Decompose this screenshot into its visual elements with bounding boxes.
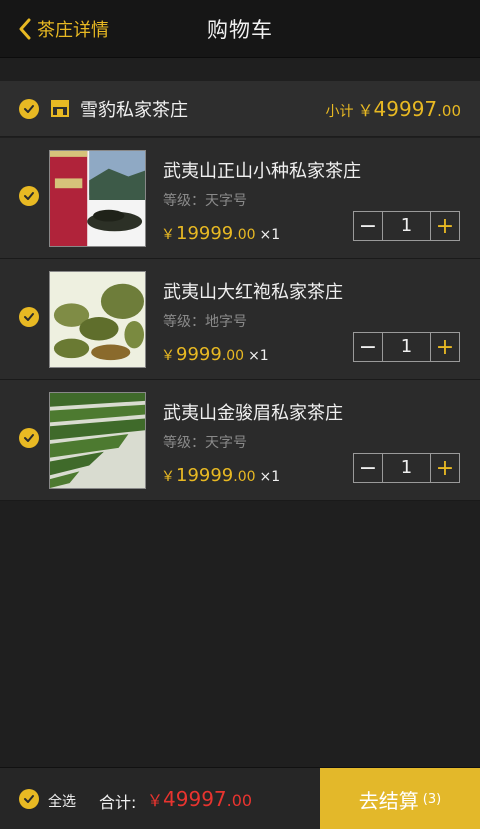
quantity-value[interactable]: 1 — [383, 454, 430, 482]
price-quantity: ×1 — [259, 469, 281, 485]
shop-name[interactable]: 雪豹私家茶庄 — [80, 96, 188, 122]
tea-cups-image[interactable] — [49, 271, 146, 368]
product-name[interactable]: 武夷山金骏眉私家茶庄 — [163, 399, 343, 425]
total-currency: ￥ — [147, 791, 164, 810]
store-icon — [51, 100, 69, 117]
product-grade: 等级：天字号 — [163, 193, 247, 209]
price-currency: ￥ — [161, 469, 175, 485]
product-name[interactable]: 武夷山正山小种私家茶庄 — [163, 157, 361, 183]
price-integer: 9999 — [176, 344, 222, 365]
shop-select-checkbox[interactable] — [19, 99, 39, 119]
subtotal-decimal: .00 — [437, 102, 461, 120]
increase-button[interactable]: + — [430, 454, 459, 482]
price-decimal: .00 — [221, 348, 245, 364]
decrease-button[interactable]: − — [354, 454, 383, 482]
check-icon — [24, 795, 34, 803]
quantity-value[interactable]: 1 — [383, 212, 430, 240]
select-all-checkbox[interactable] — [19, 789, 39, 809]
total-label: 合计: — [99, 793, 137, 812]
quantity-value[interactable]: 1 — [383, 333, 430, 361]
top-bar: 茶庄详情 购物车 — [0, 0, 480, 58]
product-price: ￥ 9999 .00 ×1 — [161, 344, 269, 365]
shop-subtotal: 小计 ￥ 49997 .00 — [326, 97, 462, 121]
price-quantity: ×1 — [259, 227, 281, 243]
checkout-label: 去结算 — [358, 788, 419, 813]
increase-button[interactable]: + — [430, 333, 459, 361]
price-quantity: ×1 — [248, 348, 269, 364]
check-icon — [24, 192, 34, 200]
check-icon — [24, 313, 34, 321]
subtotal-label: 小计 — [325, 104, 354, 120]
total-integer: 49997 — [163, 787, 227, 811]
price-decimal: .00 — [233, 227, 256, 243]
price-currency: ￥ — [161, 227, 175, 243]
cart-item: 武夷山金骏眉私家茶庄 等级：天字号 ￥ 19999 .00 ×1 − 1 + — [0, 380, 480, 501]
cart-item: 武夷山正山小种私家茶庄 等级：天字号 ￥ 19999 .00 ×1 − 1 + — [0, 138, 480, 259]
quantity-stepper: − 1 + — [353, 332, 460, 362]
checkout-bar: 全选 合计: ￥ 49997 .00 去结算 (3) — [0, 767, 480, 829]
spacer — [0, 59, 480, 81]
product-price: ￥ 19999 .00 ×1 — [161, 465, 280, 486]
select-all-label[interactable]: 全选 — [48, 791, 76, 811]
quantity-stepper: − 1 + — [353, 211, 460, 241]
price-integer: 19999 — [176, 465, 234, 486]
item-select-checkbox[interactable] — [19, 186, 39, 206]
tea-field-image[interactable] — [49, 392, 146, 489]
cart-item: 武夷山大红袍私家茶庄 等级：地字号 ￥ 9999 .00 ×1 − 1 + — [0, 259, 480, 380]
red-tea-can-image[interactable] — [49, 150, 146, 247]
price-currency: ￥ — [161, 348, 175, 364]
check-icon — [24, 105, 34, 113]
quantity-stepper: − 1 + — [353, 453, 460, 483]
total-amount: ￥ 49997 .00 — [147, 787, 252, 811]
item-select-checkbox[interactable] — [19, 307, 39, 327]
subtotal-currency: ￥ — [357, 101, 374, 120]
product-name[interactable]: 武夷山大红袍私家茶庄 — [163, 278, 343, 304]
subtotal-integer: 49997 — [373, 97, 438, 121]
total-decimal: .00 — [226, 791, 253, 810]
check-icon — [24, 434, 34, 442]
price-integer: 19999 — [176, 223, 234, 244]
checkout-button[interactable]: 去结算 (3) — [320, 768, 480, 829]
page-title: 购物车 — [207, 18, 273, 42]
product-grade: 等级：天字号 — [163, 435, 247, 451]
shop-header: 雪豹私家茶庄 小计 ￥ 49997 .00 — [0, 81, 480, 137]
product-grade: 等级：地字号 — [163, 314, 247, 330]
decrease-button[interactable]: − — [354, 333, 383, 361]
price-decimal: .00 — [233, 469, 256, 485]
product-price: ￥ 19999 .00 ×1 — [161, 223, 280, 244]
increase-button[interactable]: + — [430, 212, 459, 240]
decrease-button[interactable]: − — [354, 212, 383, 240]
item-select-checkbox[interactable] — [19, 428, 39, 448]
checkout-count: (3) — [422, 791, 442, 807]
